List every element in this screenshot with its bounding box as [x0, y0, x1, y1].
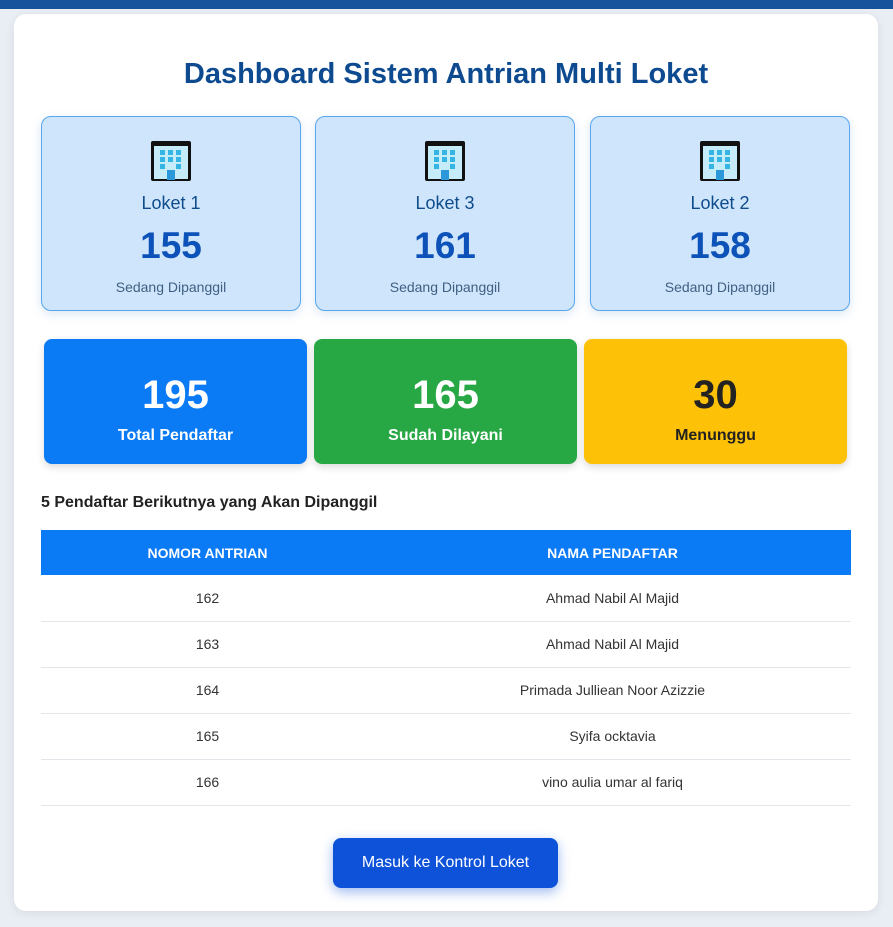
- queue-table: NOMOR ANTRIAN NAMA PENDAFTAR 162 Ahmad N…: [41, 530, 851, 806]
- stat-served-value: 165: [412, 373, 479, 417]
- queue-number-cell: 162: [41, 575, 374, 622]
- loket-card-1: Loket 1 155 Sedang Dipanggil: [41, 116, 301, 311]
- top-bar: [0, 0, 893, 9]
- loket-name: Loket 3: [415, 193, 475, 213]
- loket-current-number: 155: [140, 225, 202, 266]
- loket-status: Sedang Dipanggil: [389, 279, 501, 295]
- loket-current-number: 158: [689, 225, 751, 266]
- table-row: 162 Ahmad Nabil Al Majid: [41, 575, 851, 622]
- enter-loket-control-button[interactable]: Masuk ke Kontrol Loket: [333, 838, 558, 888]
- queue-number-cell: 163: [41, 621, 374, 668]
- table-row: 163 Ahmad Nabil Al Majid: [41, 621, 851, 668]
- queue-number-cell: 165: [41, 713, 374, 760]
- loket-card-2: Loket 2 158 Sedang Dipanggil: [590, 116, 850, 311]
- stat-served-card: 165 Sudah Dilayani: [314, 339, 577, 464]
- stat-total-value: 195: [142, 373, 209, 417]
- page-title: Dashboard Sistem Antrian Multi Loket: [183, 58, 709, 90]
- table-row: 164 Primada Julliean Noor Azizzie: [41, 667, 851, 714]
- queue-name-cell: vino aulia umar al fariq: [374, 759, 851, 806]
- loket-status: Sedang Dipanggil: [115, 279, 227, 295]
- column-header-number: NOMOR ANTRIAN: [41, 530, 374, 575]
- queue-number-cell: 166: [41, 759, 374, 806]
- column-header-name: NAMA PENDAFTAR: [374, 530, 851, 575]
- queue-name-cell: Ahmad Nabil Al Majid: [374, 621, 851, 668]
- queue-name-cell: Syifa ocktavia: [374, 713, 851, 760]
- loket-current-number: 161: [414, 225, 476, 266]
- stat-waiting-value: 30: [693, 373, 738, 417]
- table-header-row: NOMOR ANTRIAN NAMA PENDAFTAR: [41, 530, 851, 575]
- building-icon: [700, 141, 740, 181]
- table-row: 165 Syifa ocktavia: [41, 713, 851, 760]
- stat-waiting-label: Menunggu: [675, 427, 756, 444]
- queue-name-cell: Primada Julliean Noor Azizzie: [374, 667, 851, 714]
- loket-name: Loket 1: [141, 193, 201, 213]
- table-row: 166 vino aulia umar al fariq: [41, 759, 851, 806]
- dashboard-card: Dashboard Sistem Antrian Multi Loket Lok…: [14, 14, 878, 911]
- stat-total-label: Total Pendaftar: [117, 427, 234, 444]
- loket-name: Loket 2: [690, 193, 750, 213]
- building-icon: [425, 141, 465, 181]
- stat-served-label: Sudah Dilayani: [388, 427, 503, 444]
- stat-total-card: 195 Total Pendaftar: [44, 339, 307, 464]
- loket-status: Sedang Dipanggil: [664, 279, 776, 295]
- queue-heading: 5 Pendaftar Berikutnya yang Akan Dipangg…: [41, 494, 378, 511]
- loket-card-3: Loket 3 161 Sedang Dipanggil: [315, 116, 575, 311]
- queue-name-cell: Ahmad Nabil Al Majid: [374, 575, 851, 622]
- building-icon: [151, 141, 191, 181]
- stat-waiting-card: 30 Menunggu: [584, 339, 847, 464]
- queue-number-cell: 164: [41, 667, 374, 714]
